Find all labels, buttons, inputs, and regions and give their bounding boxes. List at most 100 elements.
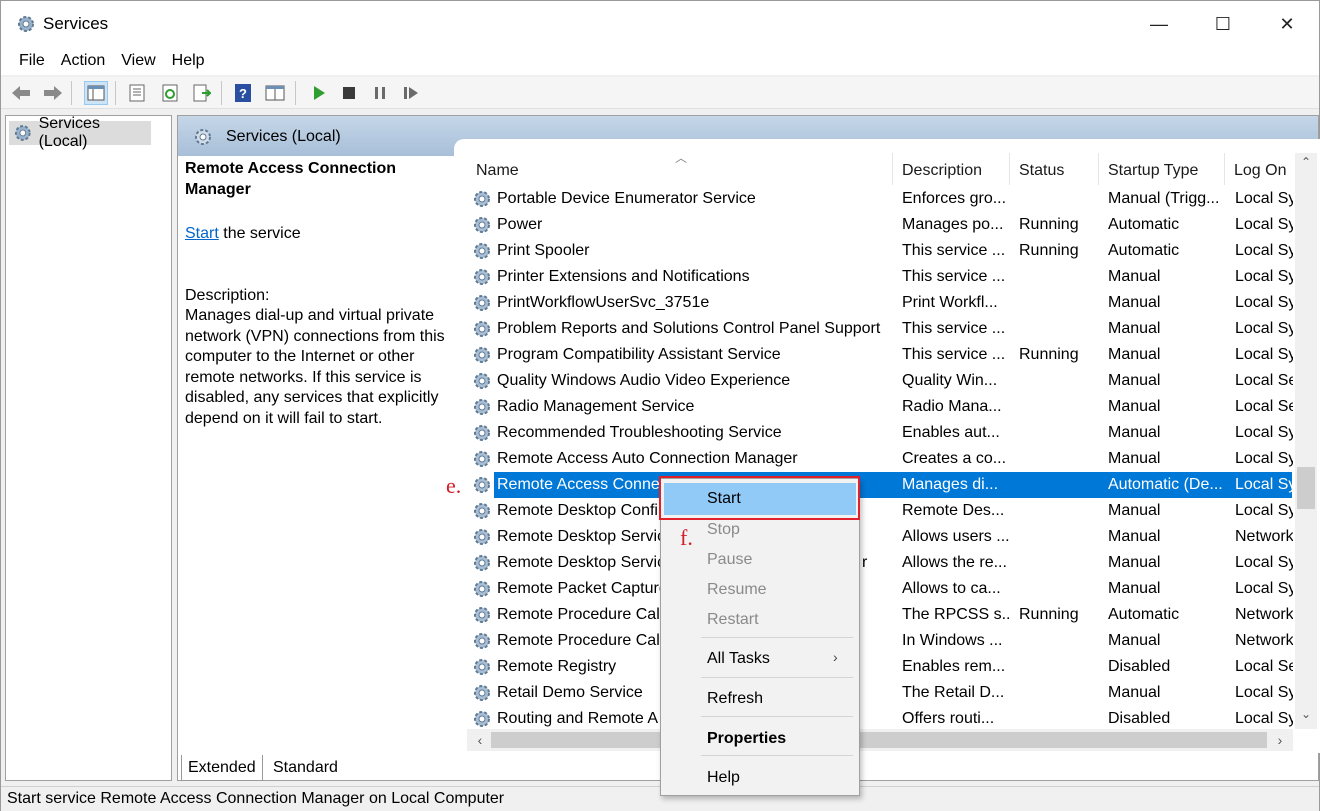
pause-icon[interactable]	[368, 81, 392, 105]
service-name: Recommended Troubleshooting Service	[497, 424, 782, 441]
service-row[interactable]: Recommended Troubleshooting Service Enabl…	[466, 420, 1293, 446]
help-icon[interactable]: ?	[231, 81, 255, 105]
service-name: Portable Device Enumerator Service	[497, 190, 756, 207]
service-startup-type: Manual	[1108, 580, 1161, 597]
tree-item-services-local[interactable]: Services (Local)	[9, 115, 151, 150]
service-row[interactable]: Remote Procedure Call In Windows ... Manua…	[466, 628, 1293, 654]
window-title: Services	[43, 14, 109, 33]
service-description: Print Workfl...	[902, 294, 998, 311]
truncated-text-fragment: r	[862, 554, 868, 571]
service-description: In Windows ...	[902, 632, 1003, 649]
context-menu-refresh[interactable]: Refresh	[707, 685, 763, 713]
service-row[interactable]: Problem Reports and Solutions Control Pa…	[466, 316, 1293, 342]
tab-standard[interactable]: Standard	[267, 755, 344, 781]
menu-view[interactable]: View	[113, 47, 163, 75]
scroll-left-icon[interactable]: ‹	[471, 730, 489, 750]
vertical-scroll-thumb[interactable]	[1297, 467, 1315, 509]
context-menu-all-tasks[interactable]: All Tasks	[707, 645, 770, 673]
service-row[interactable]: Portable Device Enumerator Service Enforc…	[466, 186, 1293, 212]
service-gear-icon	[474, 685, 490, 701]
service-status: Running	[1019, 242, 1079, 259]
service-log-on-as: Local Sys	[1235, 580, 1293, 597]
description-text: Manages dial-up and virtual private netw…	[185, 307, 445, 427]
maximize-button[interactable]: ☐	[1191, 1, 1255, 47]
service-startup-type: Manual	[1108, 632, 1161, 649]
minimize-button[interactable]: —	[1127, 1, 1191, 47]
column-header-startup-type[interactable]: Startup Type	[1108, 139, 1198, 185]
context-menu-properties[interactable]: Properties	[707, 725, 786, 753]
column-header-log-on-as[interactable]: Log On A	[1234, 139, 1290, 185]
service-gear-icon	[474, 373, 490, 389]
show-console-tree-icon[interactable]	[84, 81, 108, 105]
svg-text:?: ?	[239, 86, 247, 101]
service-status: Running	[1019, 216, 1079, 233]
service-row[interactable]: Remote Desktop Servic Allows the re... Man…	[466, 550, 1293, 576]
menu-help[interactable]: Help	[164, 47, 213, 75]
service-log-on-as: Local Sys	[1235, 684, 1293, 701]
service-row[interactable]: Remote Access Connec Manages di... Automat…	[466, 472, 1293, 498]
service-row[interactable]: Print Spooler This service ... Running Auto…	[466, 238, 1293, 264]
service-row[interactable]: Program Compatibility Assistant Service T…	[466, 342, 1293, 368]
toolbar: ?	[1, 77, 1319, 109]
service-description: Radio Mana...	[902, 398, 1002, 415]
service-startup-type: Manual	[1108, 450, 1161, 467]
start-service-link[interactable]: Start	[185, 225, 219, 242]
service-startup-type: Manual	[1108, 372, 1161, 389]
service-description: Enforces gro...	[902, 190, 1007, 207]
vertical-scrollbar[interactable]	[1295, 153, 1317, 729]
view-tabs: Extended Standard	[177, 755, 577, 781]
stop-icon[interactable]	[337, 81, 361, 105]
export-list-icon[interactable]	[190, 81, 214, 105]
context-menu-help[interactable]: Help	[707, 764, 740, 792]
service-row[interactable]: Printer Extensions and Notifications This…	[466, 264, 1293, 290]
close-icon: ✕	[1279, 13, 1295, 34]
service-row[interactable]: Remote Packet Capture Allows to ca... Manu…	[466, 576, 1293, 602]
service-description: This service ...	[902, 268, 1006, 285]
service-row[interactable]: Remote Access Auto Connection Manager Cre…	[466, 446, 1293, 472]
service-log-on-as: Local Sys	[1235, 502, 1293, 519]
minimize-icon: —	[1150, 13, 1168, 34]
service-row[interactable]: Remote Desktop Servic Allows users ... Man…	[466, 524, 1293, 550]
play-icon[interactable]	[307, 81, 331, 105]
refresh-icon[interactable]	[158, 81, 182, 105]
service-row[interactable]: Remote Desktop Confi Remote Des... Manual L…	[466, 498, 1293, 524]
service-log-on-as: Network	[1235, 632, 1293, 649]
column-header-status[interactable]: Status	[1019, 139, 1064, 185]
service-description: This service ...	[902, 346, 1006, 363]
service-startup-type: Manual (Trigg...	[1108, 190, 1220, 207]
restart-icon[interactable]	[399, 81, 423, 105]
services-window: Services — ☐ ✕ File Action View Help ? S…	[0, 0, 1320, 811]
column-header-description[interactable]: Description	[902, 139, 982, 185]
horizontal-scroll-thumb[interactable]	[491, 732, 1267, 748]
service-row[interactable]: Remote Registry Enables rem... Disabled Loc…	[466, 654, 1293, 680]
column-header-name[interactable]: Name	[476, 139, 519, 185]
service-row[interactable]: PrintWorkflowUserSvc_3751e Print Workfl..…	[466, 290, 1293, 316]
service-gear-icon	[474, 503, 490, 519]
service-description: The Retail D...	[902, 684, 1005, 701]
menu-file[interactable]: File	[11, 47, 53, 75]
service-description: Allows users ...	[902, 528, 1009, 545]
scroll-right-icon[interactable]: ›	[1271, 730, 1289, 750]
close-button[interactable]: ✕	[1255, 1, 1319, 47]
service-row[interactable]: Remote Procedure Call The RPCSS s... Runni…	[466, 602, 1293, 628]
service-row[interactable]: Power Manages po... Running Automatic Local …	[466, 212, 1293, 238]
services-gear-icon	[195, 129, 211, 145]
service-gear-icon	[474, 633, 490, 649]
service-description: Enables aut...	[902, 424, 1000, 441]
maximize-icon: ☐	[1214, 13, 1232, 34]
forward-arrow-icon[interactable]	[41, 81, 65, 105]
back-arrow-icon[interactable]	[9, 81, 33, 105]
scroll-up-icon[interactable]: ⌃	[1297, 155, 1315, 173]
tab-extended[interactable]: Extended	[181, 755, 263, 781]
service-row[interactable]: Radio Management Service Radio Mana... Man…	[466, 394, 1293, 420]
console-view-icon[interactable]	[263, 81, 287, 105]
service-row[interactable]: Quality Windows Audio Video Experience Qu…	[466, 368, 1293, 394]
service-description: The RPCSS s...	[902, 606, 1009, 623]
service-row[interactable]: Retail Demo Service The Retail D... Manual…	[466, 680, 1293, 706]
menu-action[interactable]: Action	[53, 47, 113, 75]
scroll-down-icon[interactable]: ⌄	[1297, 707, 1315, 725]
service-gear-icon	[474, 659, 490, 675]
properties-icon[interactable]	[125, 81, 149, 105]
service-log-on-as: Network	[1235, 606, 1293, 623]
service-log-on-as: Local Sys	[1235, 450, 1293, 467]
